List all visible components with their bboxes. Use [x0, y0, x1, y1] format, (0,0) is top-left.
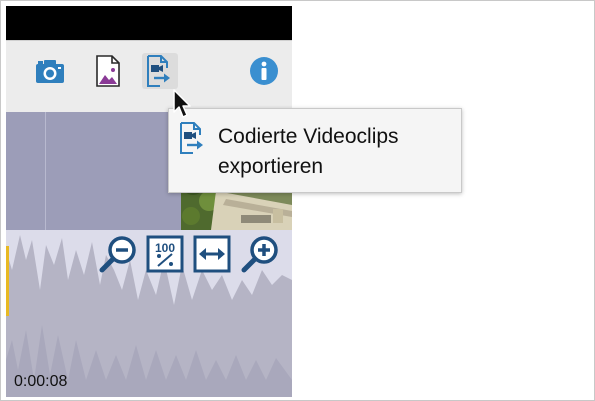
svg-text:100: 100 — [155, 241, 175, 255]
zoom-out-icon — [99, 236, 136, 273]
zoom-fit-icon — [193, 235, 231, 273]
info-icon — [250, 57, 278, 85]
camera-icon — [36, 60, 64, 83]
zoom-out-button[interactable] — [98, 234, 138, 274]
clip-divider — [45, 112, 46, 230]
timecode-label: 0:00:08 — [14, 373, 68, 390]
image-export-icon — [96, 55, 120, 87]
export-video-clips-button[interactable] — [142, 53, 178, 89]
zoom-in-button[interactable] — [240, 234, 280, 274]
zoom-100-button[interactable]: 100 — [145, 234, 185, 274]
zoom-fit-button[interactable] — [192, 234, 232, 274]
screenshot-frame: 100 0:00:08 Codierte Videoclips exportie… — [0, 0, 595, 401]
zoom-controls: 100 — [6, 231, 292, 277]
export-video-clips-icon — [180, 122, 203, 154]
zoom-in-icon — [241, 236, 278, 273]
snapshot-button[interactable] — [32, 53, 68, 89]
tooltip: Codierte Videoclips exportieren — [168, 108, 462, 193]
video-editor-window: 100 0:00:08 — [6, 6, 292, 397]
export-video-clips-icon — [147, 55, 170, 87]
export-image-button[interactable] — [90, 53, 126, 89]
toolbar — [6, 40, 292, 114]
zoom-100-percent-icon: 100 — [146, 235, 184, 273]
mouse-pointer-icon — [173, 89, 191, 118]
info-button[interactable] — [246, 53, 282, 89]
tooltip-text: Codierte Videoclips exportieren — [218, 125, 399, 178]
title-bar — [6, 6, 292, 40]
